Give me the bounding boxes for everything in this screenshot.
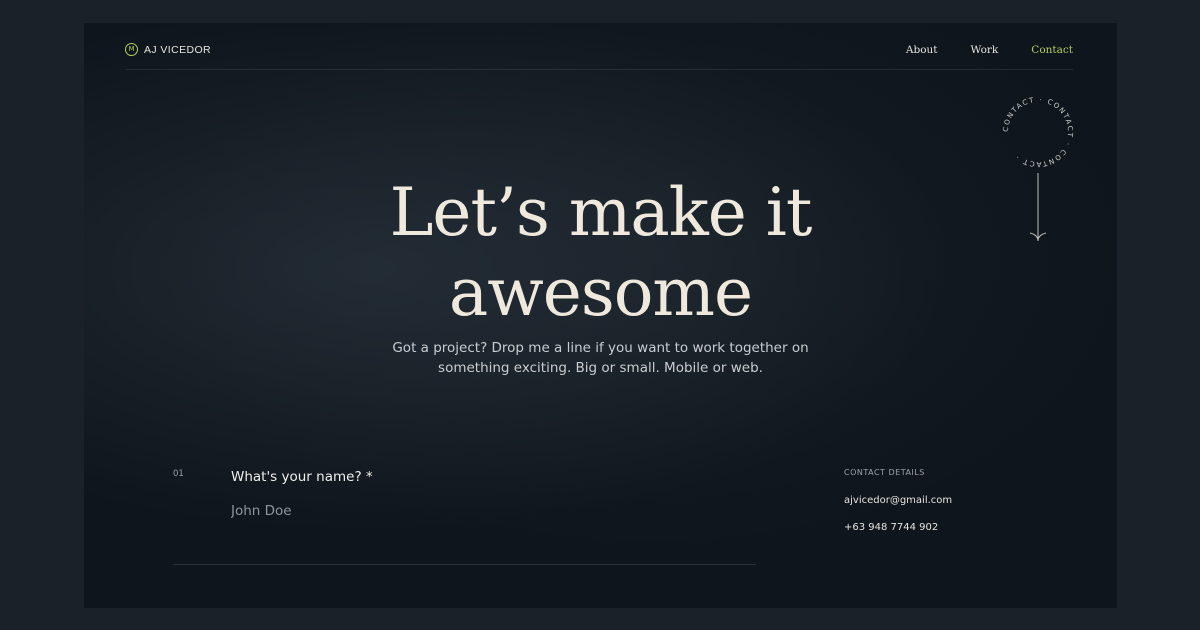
badge-ring-text: CONTACT · CONTACT · CONTACT · (1002, 96, 1073, 168)
nav-link-work[interactable]: Work (971, 44, 999, 56)
top-nav: M AJ VICEDOR About Work Contact (125, 23, 1073, 70)
contact-details-heading: CONTACT DETAILS (844, 468, 925, 477)
name-question-label: What's your name? * (231, 469, 373, 485)
hero-title-line-1: Let’s make it (389, 174, 813, 251)
contact-circle-badge[interactable]: CONTACT · CONTACT · CONTACT · (1000, 94, 1076, 170)
svg-text:CONTACT · CONTACT · CONTACT ·: CONTACT · CONTACT · CONTACT · (1002, 96, 1074, 168)
nav-link-contact[interactable]: Contact (1031, 44, 1073, 56)
nav-links: About Work Contact (906, 44, 1073, 56)
contact-email-link[interactable]: ajvicedor@gmail.com (844, 495, 952, 506)
page-frame: M AJ VICEDOR About Work Contact CONTACT … (84, 23, 1117, 608)
name-input-underline (173, 564, 756, 565)
logo[interactable]: M AJ VICEDOR (125, 43, 211, 56)
logo-text: AJ VICEDOR (144, 43, 212, 56)
form-step-number: 01 (173, 469, 184, 479)
logo-icon: M (125, 43, 138, 56)
hero-title-line-2: awesome (448, 254, 753, 331)
hero-title: Let’s make it awesome (84, 173, 1117, 333)
name-input[interactable] (231, 499, 651, 523)
nav-link-about[interactable]: About (906, 44, 938, 56)
contact-phone-link[interactable]: +63 948 7744 902 (844, 522, 938, 533)
hero-subtitle: Got a project? Drop me a line if you wan… (392, 340, 809, 376)
